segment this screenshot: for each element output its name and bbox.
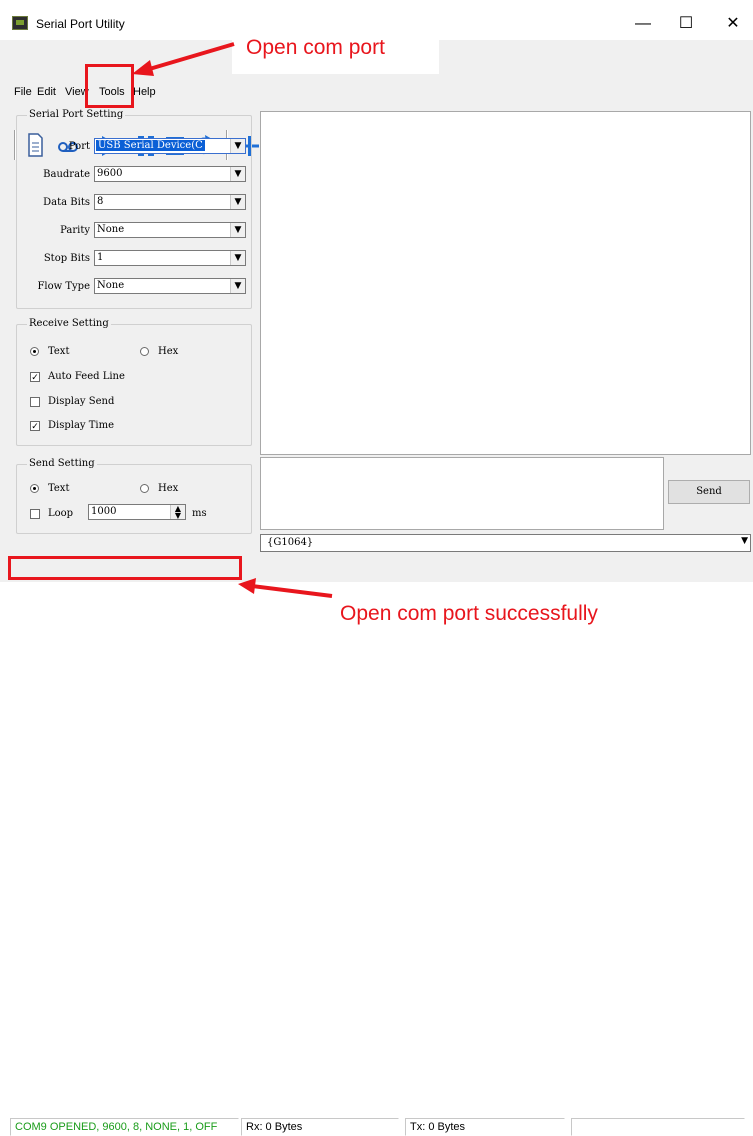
- baudrate-value: 9600: [97, 168, 123, 179]
- dropdown-arrow-icon[interactable]: ▼: [230, 251, 245, 265]
- send-hex-label: Hex: [158, 483, 179, 494]
- status-highlight: [8, 556, 242, 580]
- loop-interval-unit: ms: [192, 508, 207, 519]
- dropdown-arrow-icon[interactable]: ▼: [230, 139, 245, 153]
- receive-setting-title: Receive Setting: [27, 318, 111, 329]
- send-setting-group: Send Setting: [16, 458, 252, 534]
- display-send-checkbox[interactable]: [30, 397, 40, 407]
- command-value: {G1064}: [267, 537, 314, 548]
- loop-checkbox[interactable]: [30, 509, 40, 519]
- data-bits-value: 8: [97, 196, 104, 207]
- status-arrow-icon: [238, 578, 333, 598]
- send-text-radio[interactable]: [30, 484, 39, 493]
- display-time-label: Display Time: [48, 420, 115, 431]
- send-textarea[interactable]: [260, 457, 664, 530]
- display-time-checkbox[interactable]: ✓: [30, 421, 40, 431]
- receive-text-label: Text: [48, 346, 70, 357]
- app-icon: [12, 16, 28, 30]
- dropdown-arrow-icon[interactable]: ▼: [230, 167, 245, 181]
- baudrate-label: Baudrate: [43, 169, 90, 180]
- dropdown-arrow-icon[interactable]: ▼: [741, 536, 748, 546]
- send-button[interactable]: Send: [668, 480, 750, 504]
- port-value: USB Serial Device(C: [96, 140, 205, 151]
- minimize-button[interactable]: —: [628, 12, 658, 36]
- dropdown-arrow-icon[interactable]: ▼: [230, 279, 245, 293]
- open-port-annotation: Open com port: [246, 36, 385, 59]
- flow-type-label: Flow Type: [37, 281, 90, 292]
- send-hex-radio[interactable]: [140, 484, 149, 493]
- send-setting-title: Send Setting: [27, 458, 97, 469]
- auto-feed-line-checkbox[interactable]: ✓: [30, 372, 40, 382]
- loop-interval-stepper[interactable]: 1000 ▲ ▼: [88, 504, 186, 520]
- data-bits-select[interactable]: 8 ▼: [94, 194, 246, 210]
- dropdown-arrow-icon[interactable]: ▼: [230, 195, 245, 209]
- loop-label: Loop: [48, 508, 74, 519]
- loop-interval-value: 1000: [91, 506, 117, 517]
- receive-hex-radio[interactable]: [140, 347, 149, 356]
- parity-label: Parity: [60, 225, 90, 236]
- parity-value: None: [97, 224, 125, 235]
- receive-textarea[interactable]: [260, 111, 751, 455]
- play-button-highlight: [85, 64, 134, 108]
- data-bits-label: Data Bits: [43, 197, 90, 208]
- window-title: Serial Port Utility: [36, 17, 125, 31]
- spin-arrows-icon[interactable]: ▲ ▼: [170, 505, 185, 520]
- command-select[interactable]: {G1064} ▼: [260, 534, 751, 552]
- baudrate-select[interactable]: 9600 ▼: [94, 166, 246, 182]
- port-status-text: COM9 OPENED, 9600, 8, NONE, 1, OFF: [10, 1118, 239, 1136]
- receive-text-radio[interactable]: [30, 347, 39, 356]
- rx-count: Rx: 0 Bytes: [241, 1118, 399, 1136]
- dropdown-arrow-icon[interactable]: ▼: [230, 223, 245, 237]
- flow-type-value: None: [97, 280, 125, 291]
- stop-bits-select[interactable]: 1 ▼: [94, 250, 246, 266]
- receive-hex-label: Hex: [158, 346, 179, 357]
- flow-type-select[interactable]: None ▼: [94, 278, 246, 294]
- stop-bits-label: Stop Bits: [43, 253, 90, 264]
- parity-select[interactable]: None ▼: [94, 222, 246, 238]
- tx-count: Tx: 0 Bytes: [405, 1118, 565, 1136]
- maximize-button[interactable]: ☐: [671, 12, 701, 36]
- stop-bits-value: 1: [97, 252, 104, 263]
- port-select[interactable]: USB Serial Device(C ▼: [94, 138, 246, 154]
- send-text-label: Text: [48, 483, 70, 494]
- auto-feed-line-label: Auto Feed Line: [48, 371, 125, 382]
- status-empty-cell: [571, 1118, 745, 1136]
- port-label: Port: [68, 141, 90, 152]
- serial-port-setting-title: Serial Port Setting: [27, 109, 126, 120]
- close-button[interactable]: ✕: [718, 12, 748, 36]
- open-success-annotation: Open com port successfully: [340, 602, 598, 625]
- open-port-arrow-icon: [132, 42, 235, 76]
- display-send-label: Display Send: [48, 396, 115, 407]
